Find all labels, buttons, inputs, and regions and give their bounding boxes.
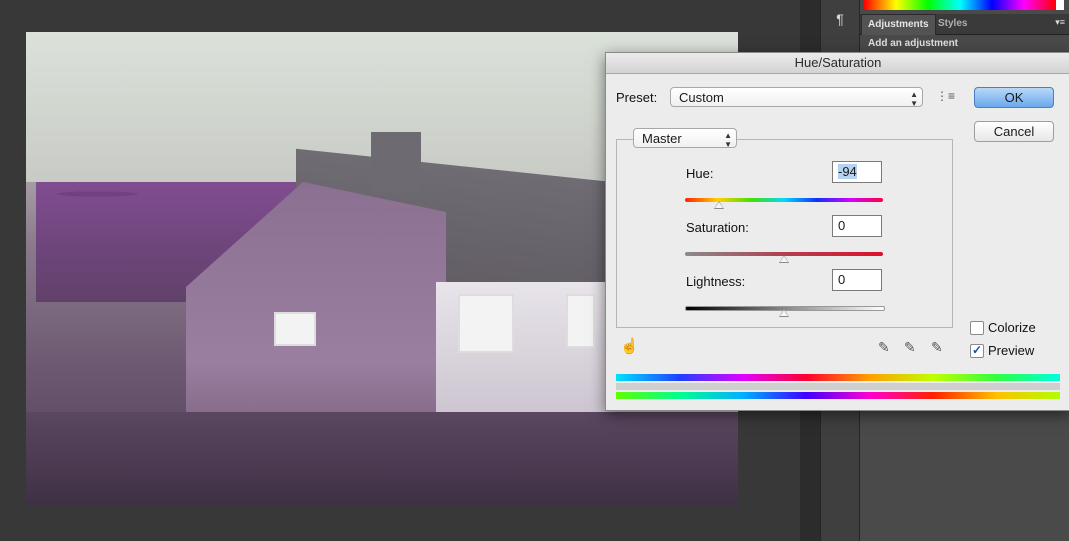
eyedropper-icon[interactable]: ✎ — [878, 339, 890, 356]
image-chimney — [371, 132, 421, 192]
output-color-bar — [616, 392, 1060, 399]
image-window — [566, 294, 595, 348]
dialog-title[interactable]: Hue/Saturation — [606, 53, 1069, 74]
adjustment-group — [616, 139, 953, 328]
cancel-button[interactable]: Cancel — [974, 121, 1054, 142]
color-spectrum-swatch[interactable] — [864, 0, 1056, 10]
preview-checkbox[interactable]: ✓ — [970, 344, 984, 358]
eyedropper-plus-icon[interactable]: ✎ — [904, 339, 916, 356]
select-arrows-icon: ▲ ▼ — [724, 131, 732, 149]
preset-options-icon[interactable]: ⋮≡ — [936, 89, 955, 103]
range-indicator-bar[interactable] — [616, 383, 1060, 390]
preview-check-icon: ✓ — [971, 343, 983, 357]
saturation-label: Saturation: — [686, 220, 749, 235]
input-color-bar — [616, 374, 1060, 381]
lightness-label: Lightness: — [686, 274, 746, 289]
tab-styles[interactable]: Styles — [932, 14, 973, 34]
channel-select-value: Master — [642, 131, 682, 146]
colorize-checkbox[interactable] — [970, 321, 984, 335]
image-ground — [26, 412, 738, 506]
hue-saturation-dialog: Hue/Saturation Preset: Custom ▲ ▼ ⋮≡ OK C… — [605, 52, 1069, 411]
hue-field[interactable]: -94 — [832, 161, 882, 183]
preview-label: Preview — [988, 343, 1035, 358]
hue-value: -94 — [838, 164, 857, 179]
white-swatch[interactable] — [1056, 0, 1064, 10]
select-arrows-icon: ▲ ▼ — [910, 90, 918, 108]
lightness-field[interactable]: 0 — [832, 269, 882, 291]
add-adjustment-label: Add an adjustment — [868, 38, 959, 49]
lightness-slider-thumb[interactable] — [779, 309, 789, 317]
saturation-slider-thumb[interactable] — [779, 255, 789, 263]
hue-slider-thumb[interactable] — [713, 201, 724, 209]
paragraph-icon[interactable]: ¶ — [829, 8, 851, 30]
panel-menu-icon[interactable]: ▾≡ — [1055, 17, 1065, 28]
colorize-label: Colorize — [988, 320, 1036, 335]
tab-adjustments[interactable]: Adjustments — [861, 14, 936, 35]
image-window — [458, 294, 514, 353]
image-window — [274, 312, 316, 346]
preset-select-value: Custom — [679, 90, 724, 105]
saturation-field[interactable]: 0 — [832, 215, 882, 237]
saturation-value: 0 — [838, 218, 846, 233]
preset-select[interactable]: Custom ▲ ▼ — [670, 87, 923, 108]
panel-tab-bar: Adjustments Styles ▾≡ — [860, 14, 1069, 35]
channel-select[interactable]: Master ▲ ▼ — [633, 128, 737, 149]
targeted-adjustment-hand-icon[interactable]: ☝ — [620, 337, 639, 355]
lightness-value: 0 — [838, 272, 846, 287]
ok-button[interactable]: OK — [974, 87, 1054, 108]
hue-label: Hue: — [686, 166, 714, 181]
preset-label: Preset: — [616, 90, 658, 105]
eyedropper-minus-icon[interactable]: ✎ — [931, 339, 943, 356]
